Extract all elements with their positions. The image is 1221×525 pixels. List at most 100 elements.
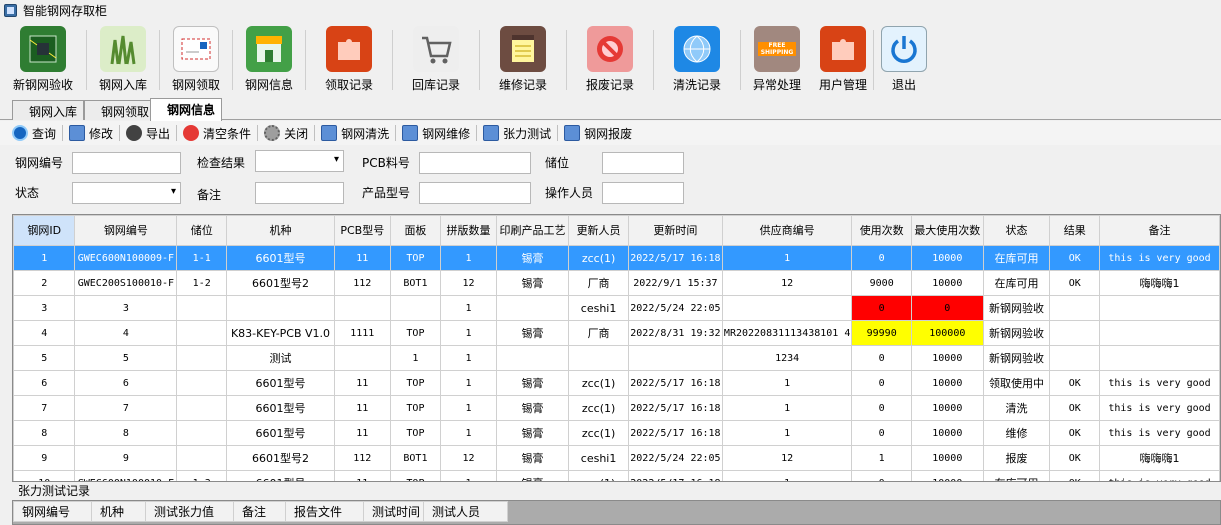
stencil-grid[interactable]: 钢网ID 钢网编号 储位 机种 PCB型号 面板 拼版数量 印刷产品工艺 更新人员 更新时间 供应商…	[12, 214, 1221, 482]
notepad-icon	[500, 26, 546, 72]
table-row[interactable]: 2 GWEC200S100010-F 1-2 6601型号2 112 BOT1 12 锡膏 厂商…	[13, 270, 1220, 296]
new-stencil-check-button[interactable]: 新钢网验收	[0, 22, 86, 96]
stencil-inbound-button[interactable]: 钢网入库	[87, 22, 159, 96]
table-cell: 在库可用	[982, 270, 1051, 296]
column-header[interactable]: 储位	[176, 215, 228, 246]
table-cell: 11	[333, 395, 391, 421]
table-row[interactable]: 3 3 1 ceshi1 2022/5/24 22:05 0 0 新钢网验收	[13, 295, 1220, 321]
clear-conditions-button[interactable]: 清空条件	[177, 122, 257, 144]
table-cell: OK	[1049, 470, 1101, 481]
tension-test-button[interactable]: 张力测试	[477, 122, 557, 144]
table-row[interactable]: 7 7 6601型号 11 TOP 1 锡膏 zcc(1) 2022/5/17 16:18 1 0 1…	[13, 395, 1220, 421]
tension-column-header[interactable]: 机种	[91, 501, 146, 522]
exception-handling-button[interactable]: FREE SHIPPING 异常处理	[741, 22, 813, 96]
tension-column-header[interactable]: 测试人员	[423, 501, 508, 522]
column-header[interactable]: 备注	[1099, 215, 1220, 246]
pickup-records-button[interactable]: 领取记录	[306, 22, 392, 96]
tension-column-header[interactable]: 备注	[233, 501, 286, 522]
column-header[interactable]: 结果	[1049, 215, 1101, 246]
title-bar: 智能钢网存取柜	[0, 0, 1221, 20]
column-header[interactable]: 最大使用次数	[911, 215, 984, 246]
stencil-pickup-button[interactable]: 钢网领取	[160, 22, 232, 96]
column-header[interactable]: 使用次数	[851, 215, 913, 246]
table-cell: 6601型号	[226, 395, 335, 421]
pcb-part-label: PCB料号	[362, 156, 410, 170]
table-row[interactable]: 5 5 测试 1 1 1234 0 10000 新钢网验收	[13, 345, 1220, 371]
pcb-part-input[interactable]	[419, 152, 531, 174]
column-header[interactable]: 更新时间	[627, 215, 723, 246]
table-row[interactable]: 9 9 6601型号2 112 BOT1 12 锡膏 ceshi1 2022/5/24 22:0…	[13, 445, 1220, 471]
table-cell: 0	[851, 470, 913, 481]
product-model-input[interactable]	[419, 182, 531, 204]
table-cell: 厂商	[568, 270, 629, 296]
filter-form: 钢网编号 检查结果 PCB料号 储位 状态 备注 产品型号 操作人员	[0, 147, 1221, 207]
table-cell: 锡膏	[495, 320, 570, 346]
table-cell: 1-1	[176, 245, 228, 271]
stencil-scrap-button[interactable]: 钢网报废	[558, 122, 638, 144]
table-cell	[226, 295, 335, 321]
status-label: 状态	[15, 186, 40, 200]
table-row[interactable]: 4 4 K83-KEY-PCB V1.0 1111 TOP 1 锡膏 厂商 2022/8/31 …	[13, 320, 1220, 346]
table-cell: 1	[721, 420, 853, 446]
return-records-button[interactable]: 回库记录	[393, 22, 479, 96]
remark-input[interactable]	[255, 182, 344, 204]
column-header[interactable]: 机种	[226, 215, 335, 246]
column-header[interactable]: 拼版数量	[440, 215, 497, 246]
stencil-info-button[interactable]: 钢网信息	[233, 22, 305, 96]
table-cell	[721, 295, 853, 321]
table-row[interactable]: 10GWEC600N100010-F1-36601型号11TOP1锡膏zcc(1…	[13, 470, 1220, 481]
column-header[interactable]: 面板	[389, 215, 442, 246]
status-select[interactable]	[72, 182, 181, 204]
tension-column-header[interactable]: 报告文件	[285, 501, 364, 522]
column-header[interactable]: 印刷产品工艺	[495, 215, 570, 246]
exit-button[interactable]: 退出	[874, 22, 934, 96]
column-header[interactable]: PCB型号	[333, 215, 391, 246]
table-cell: 1	[721, 370, 853, 396]
user-management-button[interactable]: 用户管理	[813, 22, 873, 96]
column-header[interactable]: 钢网ID	[13, 215, 76, 246]
operator-input[interactable]	[602, 182, 684, 204]
table-cell	[1099, 320, 1220, 346]
column-header[interactable]: 更新人员	[568, 215, 629, 246]
query-button[interactable]: 查询	[6, 122, 62, 144]
table-row[interactable]: 8 8 6601型号 11 TOP 1 锡膏 zcc(1) 2022/5/17 16:18 1 0 1…	[13, 420, 1220, 446]
column-header[interactable]: 供应商编号	[721, 215, 853, 246]
tension-column-header[interactable]: 测试张力值	[145, 501, 234, 522]
tab-stencil-info[interactable]: 钢网信息	[150, 98, 223, 121]
table-cell: 测试	[226, 345, 335, 371]
edit-icon	[69, 125, 86, 141]
export-icon	[126, 125, 143, 141]
table-cell: 1-3	[176, 470, 228, 481]
cleaning-records-button[interactable]: 清洗记录	[654, 22, 740, 96]
location-input[interactable]	[602, 152, 684, 174]
column-header[interactable]: 状态	[982, 215, 1051, 246]
export-button[interactable]: 导出	[120, 122, 176, 144]
tension-column-header[interactable]: 测试时间	[363, 501, 424, 522]
scrap-records-button[interactable]: 报废记录	[567, 22, 653, 96]
repair-records-button[interactable]: 维修记录	[480, 22, 566, 96]
table-cell: 2022/5/17 16:18	[627, 245, 723, 271]
tab-stencil-pickup[interactable]: 钢网领取	[84, 100, 157, 120]
table-cell: 2022/5/17 16:18	[627, 370, 723, 396]
table-cell: OK	[1049, 270, 1101, 296]
toolbar-label: 钢网领取	[171, 78, 220, 92]
table-cell: 112	[333, 270, 391, 296]
table-cell: 0	[851, 395, 913, 421]
check-result-select[interactable]	[255, 150, 344, 172]
table-cell: TOP	[389, 420, 442, 446]
stencil-repair-button[interactable]: 钢网维修	[396, 122, 476, 144]
table-cell: GWEC600N100010-F	[74, 470, 178, 481]
tension-column-header[interactable]: 钢网编号	[13, 501, 92, 522]
tension-records-grid[interactable]: 钢网编号 机种 测试张力值 备注 报告文件 测试时间 测试人员	[12, 500, 1221, 525]
table-row[interactable]: 6 6 6601型号 11 TOP 1 锡膏 zcc(1) 2022/5/17 16:18 1 0 1…	[13, 370, 1220, 396]
table-row[interactable]: 1 GWEC600N100009-F 1-1 6601型号 11 TOP 1 锡膏 zcc(1)…	[13, 245, 1220, 271]
puzzle-icon	[820, 26, 866, 72]
stencil-clean-button[interactable]: 钢网清洗	[315, 122, 395, 144]
stencil-no-input[interactable]	[72, 152, 181, 174]
column-header[interactable]: 钢网编号	[74, 215, 178, 246]
tension-header-row: 钢网编号 机种 测试张力值 备注 报告文件 测试时间 测试人员	[13, 501, 508, 522]
table-cell	[568, 345, 629, 371]
close-button[interactable]: 关闭	[258, 122, 314, 144]
tab-stencil-inbound[interactable]: 钢网入库	[12, 100, 85, 120]
edit-button[interactable]: 修改	[63, 122, 119, 144]
